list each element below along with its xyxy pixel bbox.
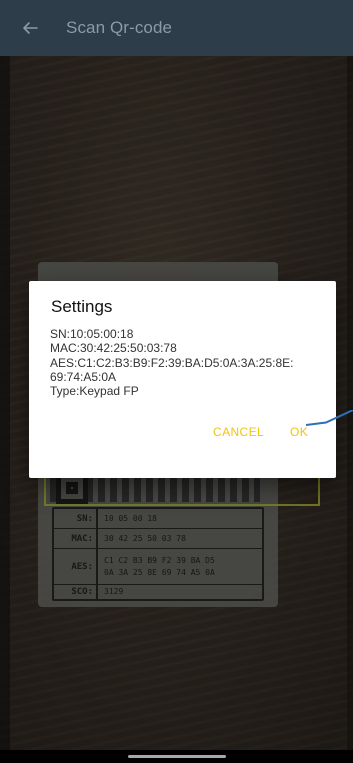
- dialog-line-type: Type:Keypad FP: [50, 384, 139, 399]
- app-bar: Scan Qr-code: [0, 0, 353, 56]
- arrow-left-icon: [23, 22, 38, 34]
- home-handle[interactable]: [128, 755, 226, 758]
- screen: SN: 10 05 00 18 MAC: 30 42 25 50 03 78 A…: [0, 0, 353, 763]
- navigation-bar: [0, 750, 353, 763]
- dialog-line-sn: SN:10:05:00:18: [50, 327, 134, 341]
- dialog-message: SN:10:05:00:18 MAC:30:42:25:50:03:78 AES…: [50, 327, 322, 398]
- settings-dialog: Settings SN:10:05:00:18 MAC:30:42:25:50:…: [29, 281, 336, 478]
- dialog-line-aes: AES:C1:C2:B3:B9:F2:39:BA:D5:0A:3A:25:8E:: [50, 355, 294, 370]
- dialog-line-mac: MAC:30:42:25:50:03:78: [50, 341, 177, 356]
- page-title: Scan Qr-code: [66, 18, 173, 37]
- back-button[interactable]: [18, 16, 42, 40]
- dialog-line-aes-cont: 69:74:A5:0A: [50, 369, 117, 384]
- cancel-button[interactable]: CANCEL: [213, 418, 264, 446]
- annotation-pointer-line: [306, 410, 353, 426]
- dialog-title: Settings: [51, 297, 113, 316]
